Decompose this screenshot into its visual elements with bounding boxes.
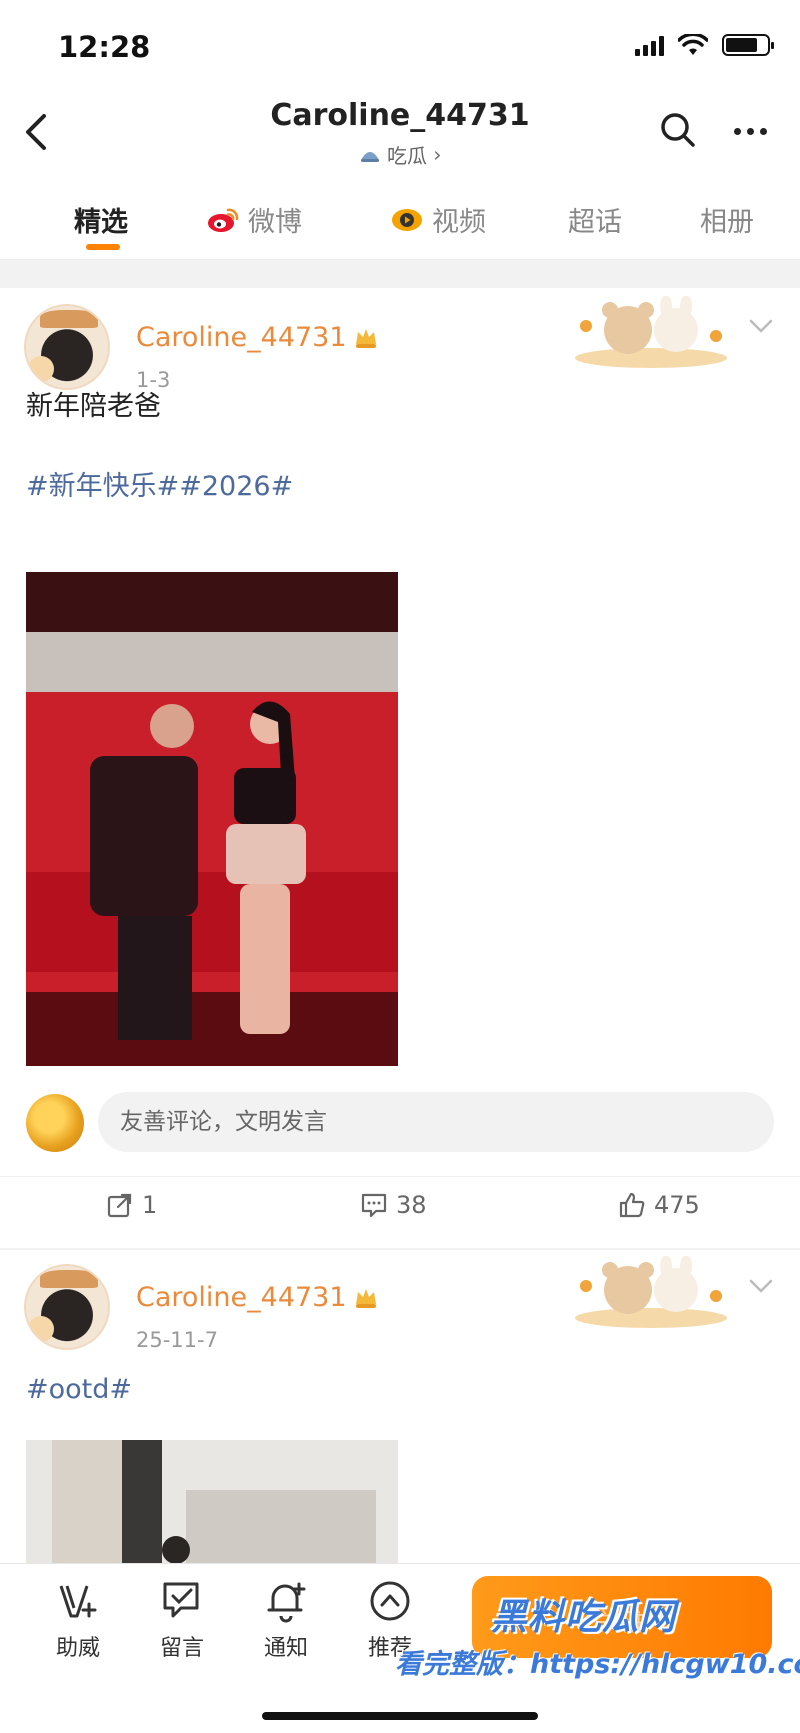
post-photo[interactable]	[26, 1440, 398, 1570]
follow-label: 关注	[595, 1608, 648, 1638]
battery-icon	[722, 34, 774, 56]
notify-bell-icon	[267, 1582, 306, 1623]
status-time: 12:28	[58, 30, 151, 64]
more-icon[interactable]	[734, 128, 767, 135]
comment-count: 38	[396, 1191, 427, 1219]
tab-label: 微博	[248, 207, 302, 238]
system-icons	[635, 34, 774, 56]
tab-album[interactable]: 相册	[700, 200, 754, 239]
message-label: 留言	[159, 1636, 204, 1661]
username-text: Caroline_44731	[136, 322, 347, 353]
tab-video[interactable]: 视频	[390, 200, 486, 239]
status-bar: 12:28	[0, 0, 800, 92]
video-icon	[392, 208, 422, 231]
comment-input[interactable]: 友善评论，文明发言	[98, 1092, 774, 1152]
boost-label: 助威	[55, 1636, 100, 1661]
home-indicator	[262, 1712, 538, 1720]
my-avatar	[26, 1094, 84, 1152]
post-actions: 1 38 475	[0, 1176, 800, 1236]
tab-label: 超话	[568, 207, 622, 238]
active-tab-indicator	[86, 244, 120, 250]
notify-label: 通知	[263, 1636, 308, 1661]
comment-icon	[361, 1193, 387, 1218]
like-count: 475	[654, 1191, 700, 1219]
thumbs-up-icon	[619, 1192, 645, 1218]
comment-row: 友善评论，文明发言	[0, 1092, 800, 1152]
post-hashtags[interactable]: #新年快乐##2026#	[26, 464, 293, 503]
avatar[interactable]	[24, 1264, 110, 1350]
avatar[interactable]	[24, 304, 110, 390]
post-hashtags[interactable]: #ootd#	[26, 1374, 132, 1405]
search-icon[interactable]	[658, 110, 698, 150]
notify-button[interactable]: 通知	[246, 1578, 326, 1662]
post-username[interactable]: Caroline_44731	[136, 1282, 379, 1313]
post-text: 新年陪老爸	[26, 391, 161, 422]
topic-label: 吃瓜	[387, 144, 427, 168]
like-button[interactable]: 475	[618, 1191, 700, 1219]
signal-icon	[635, 36, 664, 56]
recommend-button[interactable]: 推荐	[350, 1578, 430, 1662]
weibo-icon	[208, 208, 239, 232]
repost-icon	[107, 1193, 132, 1218]
repost-count: 1	[142, 1191, 158, 1219]
tab-super-topic[interactable]: 超话	[568, 200, 622, 239]
bottom-action-bar: 助威 留言 通知 推荐 关注	[0, 1563, 800, 1733]
chevron-right-icon: ›	[433, 142, 442, 167]
recommend-label: 推荐	[367, 1636, 412, 1661]
repost-button[interactable]: 1	[106, 1191, 157, 1219]
card-decoration-sticker	[575, 1256, 727, 1328]
recommend-icon	[370, 1581, 410, 1621]
follow-button[interactable]: 关注	[472, 1576, 772, 1658]
profile-header: Caroline_44731 吃瓜 ›	[0, 92, 800, 178]
weibo-post: Caroline_44731 25-11-7 #ootd#	[0, 1250, 800, 1570]
melon-icon	[360, 151, 379, 162]
tab-bar: 精选 微博 视频 超话 相册	[0, 178, 800, 260]
username-text: Caroline_44731	[136, 1282, 347, 1313]
message-button[interactable]: 留言	[142, 1578, 222, 1662]
post-username[interactable]: Caroline_44731	[136, 322, 379, 353]
message-icon	[163, 1582, 199, 1618]
tab-label: 视频	[432, 207, 486, 238]
card-decoration-sticker	[575, 296, 727, 368]
wifi-icon	[678, 34, 708, 55]
tab-weibo[interactable]: 微博	[206, 200, 302, 239]
post-date: 25-11-7	[136, 1328, 218, 1352]
chevron-down-icon[interactable]	[748, 1278, 774, 1294]
tab-label: 精选	[74, 207, 128, 238]
vip-crown-icon	[355, 1288, 376, 1308]
boost-icon	[59, 1585, 97, 1618]
weibo-post: Caroline_44731 1-3 新年陪老爸 #新年快乐##2026# 友善…	[0, 288, 800, 1248]
boost-button[interactable]: 助威	[38, 1578, 118, 1662]
post-photo[interactable]	[26, 572, 398, 1066]
comment-button[interactable]: 38	[360, 1191, 427, 1219]
chevron-down-icon[interactable]	[748, 318, 774, 334]
tab-featured[interactable]: 精选	[74, 200, 128, 250]
tab-label: 相册	[700, 207, 754, 238]
vip-crown-icon	[355, 328, 376, 348]
